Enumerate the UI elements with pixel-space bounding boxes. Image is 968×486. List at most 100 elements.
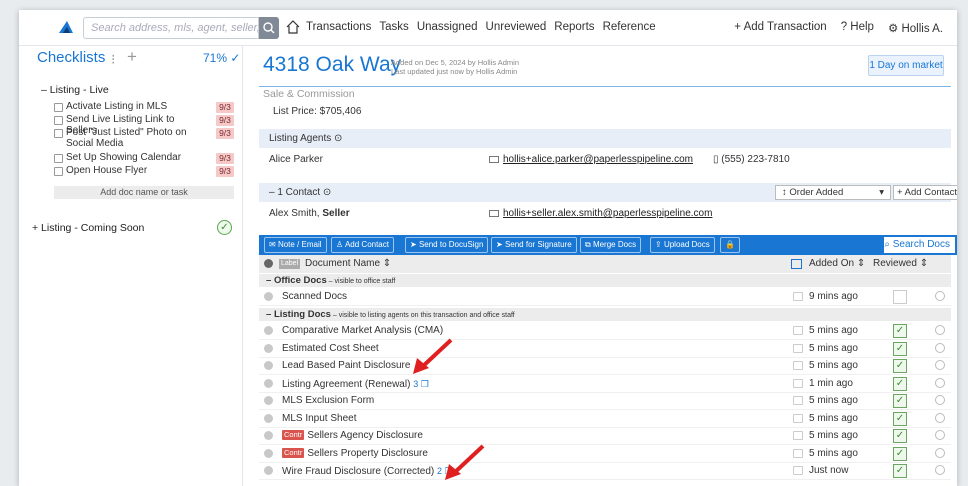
nav-reports[interactable]: Reports — [554, 21, 594, 33]
merge-docs-button[interactable]: ⧉ Merge Docs — [580, 237, 642, 253]
review-checkbox[interactable]: ✓ — [893, 324, 907, 338]
add-doc-input[interactable]: Add doc name or task — [54, 186, 234, 199]
document-name[interactable]: Estimated Cost Sheet — [282, 340, 379, 358]
comment-icon[interactable] — [793, 431, 803, 440]
table-row[interactable]: Contr Sellers Property Disclosure 5 mins a… — [259, 445, 951, 463]
document-copy-icon[interactable]: ❐ — [418, 379, 429, 389]
info-icon[interactable] — [264, 396, 273, 405]
contact-email-link[interactable]: hollis+seller.alex.smith@paperlesspipeli… — [489, 208, 712, 219]
comment-icon[interactable] — [793, 326, 803, 335]
document-name[interactable]: Contr Sellers Agency Disclosure — [282, 427, 423, 445]
gear-icon[interactable] — [935, 342, 945, 353]
table-row[interactable]: Lead Based Paint Disclosure 5 mins ago ✓ — [259, 357, 951, 375]
info-icon[interactable] — [264, 431, 273, 440]
lock-button[interactable]: 🔒 — [720, 237, 740, 253]
global-search-input[interactable] — [83, 17, 259, 39]
review-checkbox[interactable]: ✓ — [893, 464, 907, 478]
comment-icon[interactable] — [793, 361, 803, 370]
search-button[interactable] — [259, 17, 279, 39]
comment-icon[interactable] — [793, 292, 803, 301]
listing-docs-section[interactable]: – Listing Docs – visible to listing agen… — [259, 308, 951, 321]
table-row[interactable]: MLS Exclusion Form 5 mins ago ✓ — [259, 392, 951, 410]
gear-icon[interactable] — [935, 395, 945, 405]
info-icon[interactable] — [264, 378, 273, 388]
gear-icon[interactable] — [935, 291, 945, 301]
comment-icon[interactable] — [793, 413, 803, 423]
review-checkbox[interactable]: ✓ — [893, 394, 907, 408]
review-checkbox[interactable]: ✓ — [893, 411, 907, 426]
upload-docs-button[interactable]: ⇪ Upload Docs — [650, 237, 715, 253]
send-signature-button[interactable]: ➤ Send for Signature — [491, 237, 577, 253]
days-on-market-badge[interactable]: 1 Day on market — [868, 55, 944, 76]
gear-icon[interactable] — [935, 360, 945, 370]
help-link[interactable]: ? Help — [841, 21, 874, 35]
agent-phone[interactable]: ▯ (555) 223-7810 — [713, 154, 790, 165]
listing-agents-header[interactable]: Listing Agents ⊙ — [259, 129, 951, 148]
table-row[interactable]: Listing Agreement (Renewal) 3 ❐ 1 min ago… — [259, 375, 951, 393]
comment-icon[interactable] — [793, 378, 803, 388]
label-column-tag[interactable]: Label — [279, 259, 301, 269]
reviewed-column[interactable]: Reviewed ⇕ — [873, 255, 928, 273]
review-checkbox[interactable] — [893, 290, 907, 304]
search-docs-button[interactable]: ⌕ Search Docs — [883, 236, 956, 254]
order-select[interactable]: ↕ Order Added ▾ — [775, 185, 891, 200]
gear-icon[interactable] — [935, 430, 945, 440]
task-checkbox[interactable] — [54, 103, 63, 112]
info-icon[interactable] — [264, 292, 273, 301]
home-icon[interactable] — [285, 19, 301, 35]
document-name[interactable]: MLS Exclusion Form — [282, 392, 374, 410]
user-menu[interactable]: ⚙ Hollis A. — [888, 21, 943, 35]
office-docs-section[interactable]: – Office Docs – visible to office staff — [259, 274, 951, 287]
add-contact-button[interactable]: + Add Contact — [893, 185, 957, 200]
comment-icon[interactable] — [793, 448, 803, 458]
nav-unassigned[interactable]: Unassigned — [417, 21, 478, 33]
document-name[interactable]: Lead Based Paint Disclosure — [282, 357, 410, 375]
document-name-column[interactable]: Document Name ⇕ — [305, 255, 391, 273]
info-icon[interactable] — [264, 448, 273, 458]
info-icon[interactable] — [264, 361, 273, 370]
add-checklist-icon[interactable]: + — [127, 47, 137, 67]
info-icon[interactable] — [264, 326, 273, 335]
comment-icon[interactable] — [793, 396, 803, 405]
gear-icon[interactable] — [935, 377, 945, 388]
review-checkbox[interactable]: ✓ — [893, 446, 907, 461]
table-row[interactable]: Scanned Docs 9 mins ago — [259, 288, 951, 306]
document-name[interactable]: MLS Input Sheet — [282, 410, 357, 428]
added-on-column[interactable]: Added On ⇕ — [809, 255, 865, 273]
review-checkbox[interactable]: ✓ — [893, 429, 907, 443]
nav-transactions[interactable]: Transactions — [306, 21, 371, 33]
info-icon[interactable] — [264, 343, 273, 353]
nav-unreviewed[interactable]: Unreviewed — [486, 21, 547, 33]
task-checkbox[interactable] — [54, 167, 63, 176]
document-name[interactable]: Listing Agreement (Renewal) 3 ❐ — [282, 375, 429, 394]
document-name[interactable]: Wire Fraud Disclosure (Corrected) 2 ❐ — [282, 462, 453, 481]
review-checkbox[interactable]: ✓ — [893, 341, 907, 356]
info-icon[interactable] — [264, 466, 273, 475]
document-name[interactable]: Scanned Docs — [282, 288, 347, 306]
gear-icon[interactable] — [935, 465, 945, 475]
nav-tasks[interactable]: Tasks — [379, 21, 408, 33]
note-email-button[interactable]: ✉ Note / Email — [264, 237, 327, 253]
task-checkbox[interactable] — [54, 129, 63, 138]
table-row[interactable]: MLS Input Sheet 5 mins ago ✓ — [259, 410, 951, 428]
review-checkbox[interactable]: ✓ — [893, 359, 907, 373]
comment-icon[interactable] — [793, 343, 803, 353]
nav-reference[interactable]: Reference — [603, 21, 656, 33]
agent-email-link[interactable]: hollis+alice.parker@paperlesspipeline.co… — [489, 154, 693, 165]
checklist-group-live[interactable]: – Listing - Live — [41, 84, 109, 96]
more-options-icon[interactable]: ⁝ — [111, 51, 115, 68]
checklist-group-coming-soon[interactable]: + Listing - Coming Soon — [32, 222, 144, 234]
app-logo[interactable] — [57, 19, 75, 37]
task-checkbox[interactable] — [54, 116, 63, 125]
gear-icon[interactable] — [935, 447, 945, 458]
table-row[interactable]: Contr Sellers Agency Disclosure 5 mins ago… — [259, 427, 951, 445]
task-checkbox[interactable] — [54, 154, 63, 163]
document-name[interactable]: Contr Sellers Property Disclosure — [282, 445, 428, 463]
review-checkbox[interactable]: ✓ — [893, 376, 907, 391]
info-icon[interactable] — [264, 413, 273, 423]
table-row[interactable]: Comparative Market Analysis (CMA) 5 mins … — [259, 322, 951, 340]
gear-icon[interactable] — [935, 412, 945, 423]
table-row[interactable]: Wire Fraud Disclosure (Corrected) 2 ❐ Jus… — [259, 462, 951, 480]
send-docusign-button[interactable]: ➤ Send to DocuSign — [405, 237, 489, 253]
add-transaction-link[interactable]: + Add Transaction — [734, 21, 826, 35]
